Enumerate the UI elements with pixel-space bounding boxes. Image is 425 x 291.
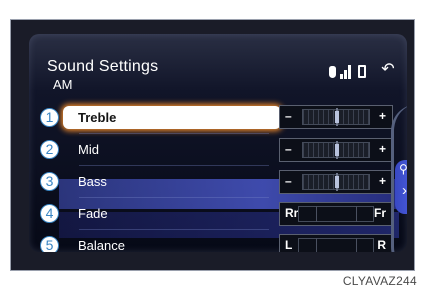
bass-level-marker (335, 176, 339, 188)
setting-row-bass[interactable]: Bass (63, 170, 281, 193)
callout-number-3: 3 (40, 172, 59, 191)
image-code: CLYAVAZ244 (342, 274, 417, 288)
signal-icon (340, 65, 354, 79)
setting-row-treble[interactable]: Treble (63, 106, 281, 129)
sound-settings-screen: Sound Settings AM ↶ Treble – + Mid – + B… (29, 34, 407, 252)
setting-label: Mid (78, 142, 99, 157)
treble-slider[interactable]: – + (279, 105, 393, 129)
left-label: L (285, 238, 293, 252)
plus-label: + (378, 142, 386, 156)
setting-row-balance[interactable]: Balance (63, 234, 281, 252)
setting-label: Bass (78, 174, 107, 189)
minus-label: – (285, 109, 292, 123)
setting-label: Balance (78, 238, 125, 252)
display-screen: Sound Settings AM ↶ Treble – + Mid – + B… (10, 19, 415, 271)
rear-label: Rr (285, 206, 299, 220)
right-label: R (377, 238, 386, 252)
battery-icon (358, 65, 366, 78)
setting-row-mid[interactable]: Mid (63, 138, 281, 161)
bluetooth-icon (329, 66, 336, 78)
side-panel-tab[interactable]: ⚲ › (395, 160, 407, 214)
back-arrow-icon: ↶ (381, 61, 395, 78)
zoom-icon: ⚲ (399, 162, 407, 176)
minus-label: – (285, 142, 292, 156)
callout-number-5: 5 (40, 236, 59, 252)
front-label: Fr (374, 206, 386, 220)
page-title: Sound Settings (47, 58, 159, 75)
setting-label: Treble (78, 110, 117, 125)
balance-slider[interactable]: L R (279, 234, 393, 252)
back-button[interactable]: ↶ (379, 61, 397, 79)
plus-label: + (378, 174, 386, 188)
chevron-right-icon: › (402, 182, 407, 199)
setting-label: Fade (78, 206, 108, 221)
callout-number-1: 1 (40, 108, 59, 127)
callout-number-2: 2 (40, 140, 59, 159)
mid-level-marker (335, 144, 339, 156)
plus-label: + (378, 109, 386, 123)
minus-label: – (285, 174, 292, 188)
callout-number-4: 4 (40, 204, 59, 223)
setting-row-fade[interactable]: Fade (63, 202, 281, 225)
mid-slider[interactable]: – + (279, 138, 393, 162)
treble-level-marker (335, 111, 339, 123)
bass-slider[interactable]: – + (279, 170, 393, 194)
source-label: AM (53, 77, 73, 92)
fade-slider[interactable]: Rr Fr (279, 202, 393, 226)
